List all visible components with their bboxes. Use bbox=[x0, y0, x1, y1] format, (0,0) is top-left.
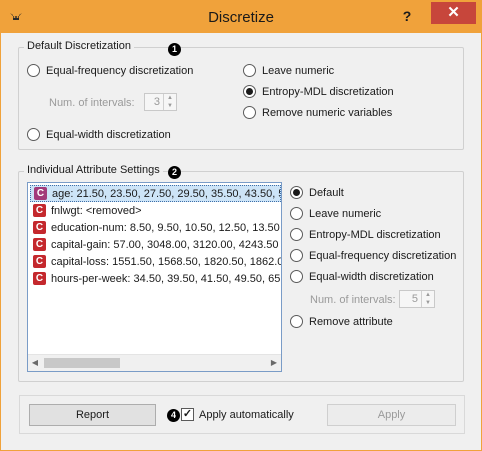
radio-indicator bbox=[290, 249, 303, 262]
radio-indicator-checked bbox=[290, 186, 303, 199]
apply-automatically-checkbox[interactable]: ✓ bbox=[181, 408, 194, 421]
badge-2: 2 bbox=[168, 166, 181, 179]
radio-equal-width[interactable]: Equal-width discretization bbox=[27, 128, 171, 141]
continuous-variable-icon: C bbox=[33, 204, 46, 217]
horizontal-scrollbar[interactable]: ◀ ▶ bbox=[28, 354, 281, 371]
radio-leave-numeric[interactable]: Leave numeric bbox=[243, 64, 334, 77]
spin-arrows-icon[interactable]: ▲ ▼ bbox=[163, 94, 176, 110]
radio-label: Leave numeric bbox=[309, 207, 382, 220]
radio-label: Equal-width discretization bbox=[46, 128, 171, 141]
radio-label: Entropy-MDL discretization bbox=[309, 228, 441, 241]
continuous-variable-icon: C bbox=[33, 238, 46, 251]
radio-equal-frequency[interactable]: Equal-frequency discretization bbox=[27, 64, 193, 77]
attribute-option-radio[interactable]: Equal-width discretization bbox=[290, 270, 434, 283]
radio-label: Leave numeric bbox=[262, 64, 335, 77]
apply-automatically-label: Apply automatically bbox=[199, 409, 294, 421]
radio-remove-numeric[interactable]: Remove numeric variables bbox=[243, 106, 392, 119]
attribute-text: capital-gain: 57.00, 3048.00, 3120.00, 4… bbox=[51, 238, 279, 251]
continuous-variable-icon: C bbox=[33, 221, 46, 234]
continuous-variable-icon: C bbox=[34, 187, 47, 200]
badge-4: 4 bbox=[167, 409, 180, 422]
attribute-option-radio[interactable]: Remove attribute bbox=[290, 315, 393, 328]
radio-entropy-mdl[interactable]: Entropy-MDL discretization bbox=[243, 85, 394, 98]
attribute-text: age: 21.50, 23.50, 27.50, 29.50, 35.50, … bbox=[52, 187, 281, 200]
radio-indicator-checked bbox=[243, 85, 256, 98]
radio-label: Equal-frequency discretization bbox=[46, 64, 194, 77]
close-button[interactable]: ✕ bbox=[431, 2, 476, 24]
attribute-row[interactable]: Cfnlwgt: <removed> bbox=[30, 202, 281, 219]
attribute-list[interactable]: Cage: 21.50, 23.50, 27.50, 29.50, 35.50,… bbox=[27, 182, 282, 372]
scrollbar-thumb[interactable] bbox=[44, 358, 120, 368]
continuous-variable-icon: C bbox=[33, 255, 46, 268]
attribute-text: hours-per-week: 34.50, 39.50, 41.50, 49.… bbox=[51, 272, 281, 285]
attribute-text: education-num: 8.50, 9.50, 10.50, 12.50,… bbox=[51, 221, 280, 234]
continuous-variable-icon: C bbox=[33, 272, 46, 285]
default-intervals-spinbox[interactable]: 3 ▲ ▼ bbox=[144, 93, 177, 111]
default-intervals-label: Num. of intervals: bbox=[49, 97, 135, 109]
radio-indicator bbox=[290, 228, 303, 241]
attribute-intervals-spinbox[interactable]: 5 ▲ ▼ bbox=[399, 290, 435, 308]
report-button[interactable]: Report bbox=[29, 404, 156, 426]
spin-value: 3 bbox=[153, 96, 160, 108]
radio-indicator bbox=[27, 128, 40, 141]
attribute-text: fnlwgt: <removed> bbox=[51, 204, 142, 217]
attribute-row[interactable]: Ceducation-num: 8.50, 9.50, 10.50, 12.50… bbox=[30, 219, 281, 236]
radio-label: Equal-frequency discretization bbox=[309, 249, 457, 262]
scroll-right-icon[interactable]: ▶ bbox=[269, 358, 279, 368]
spin-value: 5 bbox=[411, 293, 418, 305]
attribute-text: capital-loss: 1551.50, 1568.50, 1820.50,… bbox=[51, 255, 281, 268]
attribute-option-radio[interactable]: Equal-frequency discretization bbox=[290, 249, 456, 262]
apply-button[interactable]: Apply bbox=[327, 404, 456, 426]
attribute-row[interactable]: Chours-per-week: 34.50, 39.50, 41.50, 49… bbox=[30, 270, 281, 287]
radio-indicator bbox=[243, 64, 256, 77]
radio-label: Default bbox=[309, 186, 344, 199]
attribute-row[interactable]: Ccapital-gain: 57.00, 3048.00, 3120.00, … bbox=[30, 236, 281, 253]
radio-label: Remove attribute bbox=[309, 315, 393, 328]
title-bar[interactable]: Discretize ? ✕ bbox=[1, 1, 481, 33]
attribute-option-radio[interactable]: Default bbox=[290, 186, 344, 199]
radio-label: Remove numeric variables bbox=[262, 106, 393, 119]
attribute-option-radio[interactable]: Leave numeric bbox=[290, 207, 381, 220]
radio-indicator bbox=[243, 106, 256, 119]
attribute-intervals-label: Num. of intervals: bbox=[310, 294, 396, 306]
radio-indicator bbox=[290, 207, 303, 220]
radio-indicator bbox=[290, 315, 303, 328]
badge-1: 1 bbox=[168, 43, 181, 56]
attribute-option-radio[interactable]: Entropy-MDL discretization bbox=[290, 228, 441, 241]
radio-indicator bbox=[27, 64, 40, 77]
attribute-row[interactable]: Cage: 21.50, 23.50, 27.50, 29.50, 35.50,… bbox=[30, 185, 281, 202]
scroll-left-icon[interactable]: ◀ bbox=[30, 358, 40, 368]
attribute-row[interactable]: Ccapital-loss: 1551.50, 1568.50, 1820.50… bbox=[30, 253, 281, 270]
help-button[interactable]: ? bbox=[393, 6, 421, 26]
radio-label: Equal-width discretization bbox=[309, 270, 434, 283]
spin-arrows-icon[interactable]: ▲ ▼ bbox=[421, 291, 434, 307]
radio-label: Entropy-MDL discretization bbox=[262, 85, 394, 98]
radio-indicator bbox=[290, 270, 303, 283]
default-discretization-title: Default Discretization bbox=[24, 40, 134, 52]
individual-settings-title: Individual Attribute Settings bbox=[24, 164, 163, 176]
discretize-window: Discretize ? ✕ Default Discretization 1 … bbox=[0, 0, 482, 451]
